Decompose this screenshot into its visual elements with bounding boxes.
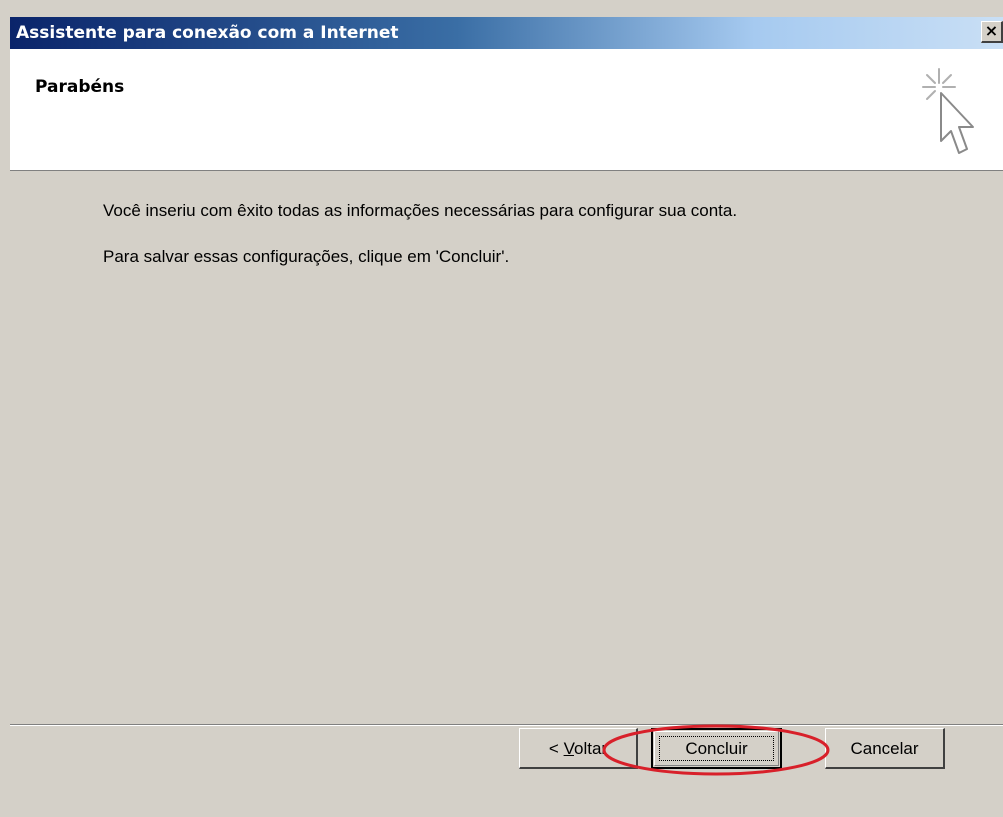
wizard-cursor-sparkle-icon <box>922 68 974 154</box>
back-button-mnemonic: V <box>563 738 574 758</box>
footer-separator <box>10 724 1003 726</box>
close-icon: × <box>984 21 999 40</box>
back-button-prefix: < <box>548 738 564 758</box>
window-title: Assistente para conexão com a Internet <box>16 23 399 43</box>
finish-button-label: Concluir <box>685 739 748 758</box>
back-button-label: oltar <box>573 738 608 758</box>
wizard-header: Parabéns <box>10 49 1003 171</box>
cancel-button[interactable]: Cancelar <box>825 728 945 769</box>
success-message: Você inseriu com êxito todas as informaç… <box>103 201 738 220</box>
close-button[interactable]: × <box>981 21 1003 43</box>
instruction-message: Para salvar essas configurações, clique … <box>103 247 510 266</box>
cancel-button-label: Cancelar <box>850 738 919 758</box>
page-title: Parabéns <box>35 77 125 97</box>
finish-button[interactable]: Concluir <box>651 728 782 769</box>
back-button[interactable]: < Voltar <box>519 728 638 769</box>
wizard-window: Assistente para conexão com a Internet ×… <box>0 0 1003 817</box>
title-bar[interactable]: Assistente para conexão com a Internet × <box>10 17 1003 49</box>
